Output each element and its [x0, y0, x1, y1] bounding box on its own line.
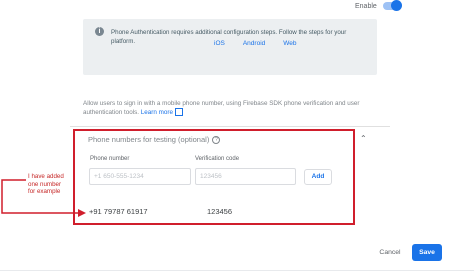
annotation-arrow — [1, 179, 86, 217]
cancel-button[interactable]: Cancel — [371, 245, 409, 260]
bottom-divider — [0, 270, 474, 271]
save-button[interactable]: Save — [412, 244, 442, 261]
